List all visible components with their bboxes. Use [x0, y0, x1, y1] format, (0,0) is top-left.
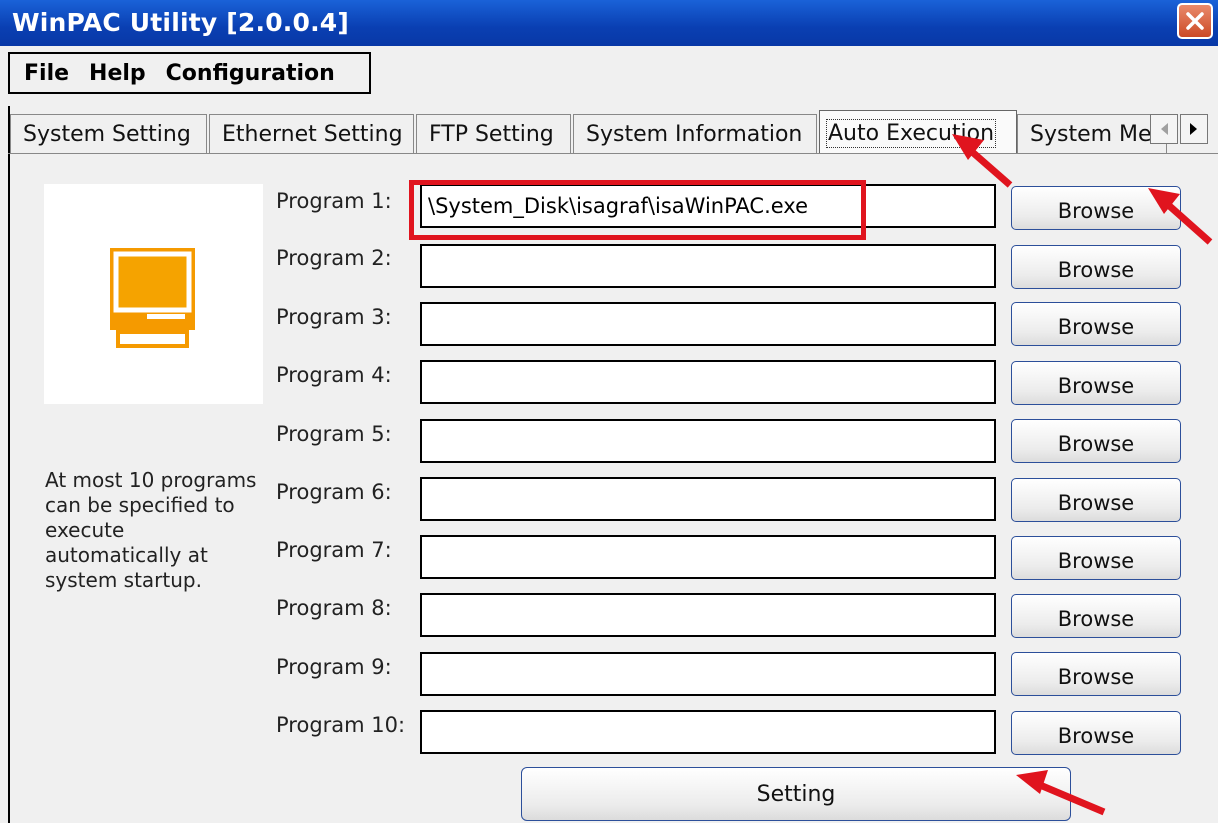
program-5-browse-button[interactable]: Browse [1011, 419, 1181, 463]
program-2-browse-button[interactable]: Browse [1011, 245, 1181, 289]
tab-label: System Me [1030, 122, 1152, 147]
close-button[interactable] [1177, 3, 1213, 39]
program-2-input[interactable] [420, 244, 996, 288]
program-8-label: Program 8: [276, 596, 392, 620]
annotation-highlight-box [409, 180, 866, 240]
menu-configuration[interactable]: Configuration [166, 61, 335, 86]
triangle-left-icon [1161, 123, 1168, 135]
tab-system-information[interactable]: System Information [573, 114, 817, 154]
program-9-label: Program 9: [276, 655, 392, 679]
program-7-input[interactable] [420, 535, 996, 579]
program-10-label: Program 10: [276, 713, 406, 737]
program-8-browse-button[interactable]: Browse [1011, 594, 1181, 638]
program-7-label: Program 7: [276, 538, 392, 562]
tab-auto-execution[interactable]: Auto Execution [819, 110, 1017, 156]
program-5-input[interactable] [420, 419, 996, 463]
program-1-browse-button[interactable]: Browse [1011, 186, 1181, 230]
triangle-right-icon [1190, 123, 1197, 135]
title-bar[interactable]: WinPAC Utility [2.0.0.4] [0, 0, 1218, 46]
tab-label: System Information [586, 122, 803, 147]
menu-file[interactable]: File [24, 61, 69, 86]
program-1-label: Program 1: [276, 189, 392, 213]
computer-icon [110, 248, 195, 348]
program-9-input[interactable] [420, 652, 996, 696]
tab-ethernet-setting[interactable]: Ethernet Setting [209, 114, 414, 154]
tab-system-setting[interactable]: System Setting [10, 114, 207, 154]
tab-system-memory[interactable]: System Me [1017, 114, 1167, 154]
menu-help[interactable]: Help [89, 61, 146, 86]
tab-strip: System Setting Ethernet Setting FTP Sett… [8, 110, 1218, 156]
tab-label: FTP Setting [429, 122, 554, 147]
program-6-input[interactable] [420, 477, 996, 521]
program-10-input[interactable] [420, 710, 996, 754]
program-2-label: Program 2: [276, 246, 392, 270]
auto-execution-note: At most 10 programs can be specified to … [45, 468, 257, 592]
tab-scroll-left-button[interactable] [1150, 114, 1178, 144]
tab-label: System Setting [23, 122, 191, 147]
program-10-browse-button[interactable]: Browse [1011, 711, 1181, 755]
tab-label: Auto Execution [825, 119, 997, 148]
program-6-label: Program 6: [276, 480, 392, 504]
program-4-label: Program 4: [276, 363, 392, 387]
program-9-browse-button[interactable]: Browse [1011, 652, 1181, 696]
program-6-browse-button[interactable]: Browse [1011, 478, 1181, 522]
close-icon [1186, 12, 1204, 30]
program-4-input[interactable] [420, 360, 996, 404]
tab-scroll-right-button[interactable] [1180, 114, 1208, 144]
tab-ftp-setting[interactable]: FTP Setting [416, 114, 571, 154]
program-7-browse-button[interactable]: Browse [1011, 536, 1181, 580]
tab-label: Ethernet Setting [222, 122, 403, 147]
menu-bar: File Help Configuration [8, 52, 371, 94]
program-3-browse-button[interactable]: Browse [1011, 302, 1181, 346]
program-8-input[interactable] [420, 593, 996, 637]
computer-icon-panel [44, 184, 263, 404]
program-3-label: Program 3: [276, 305, 392, 329]
program-3-input[interactable] [420, 302, 996, 346]
window-title: WinPAC Utility [2.0.0.4] [12, 8, 350, 37]
winpac-utility-window: WinPAC Utility [2.0.0.4] File Help Confi… [0, 0, 1218, 823]
program-4-browse-button[interactable]: Browse [1011, 361, 1181, 405]
program-5-label: Program 5: [276, 422, 392, 446]
setting-button[interactable]: Setting [521, 767, 1071, 821]
